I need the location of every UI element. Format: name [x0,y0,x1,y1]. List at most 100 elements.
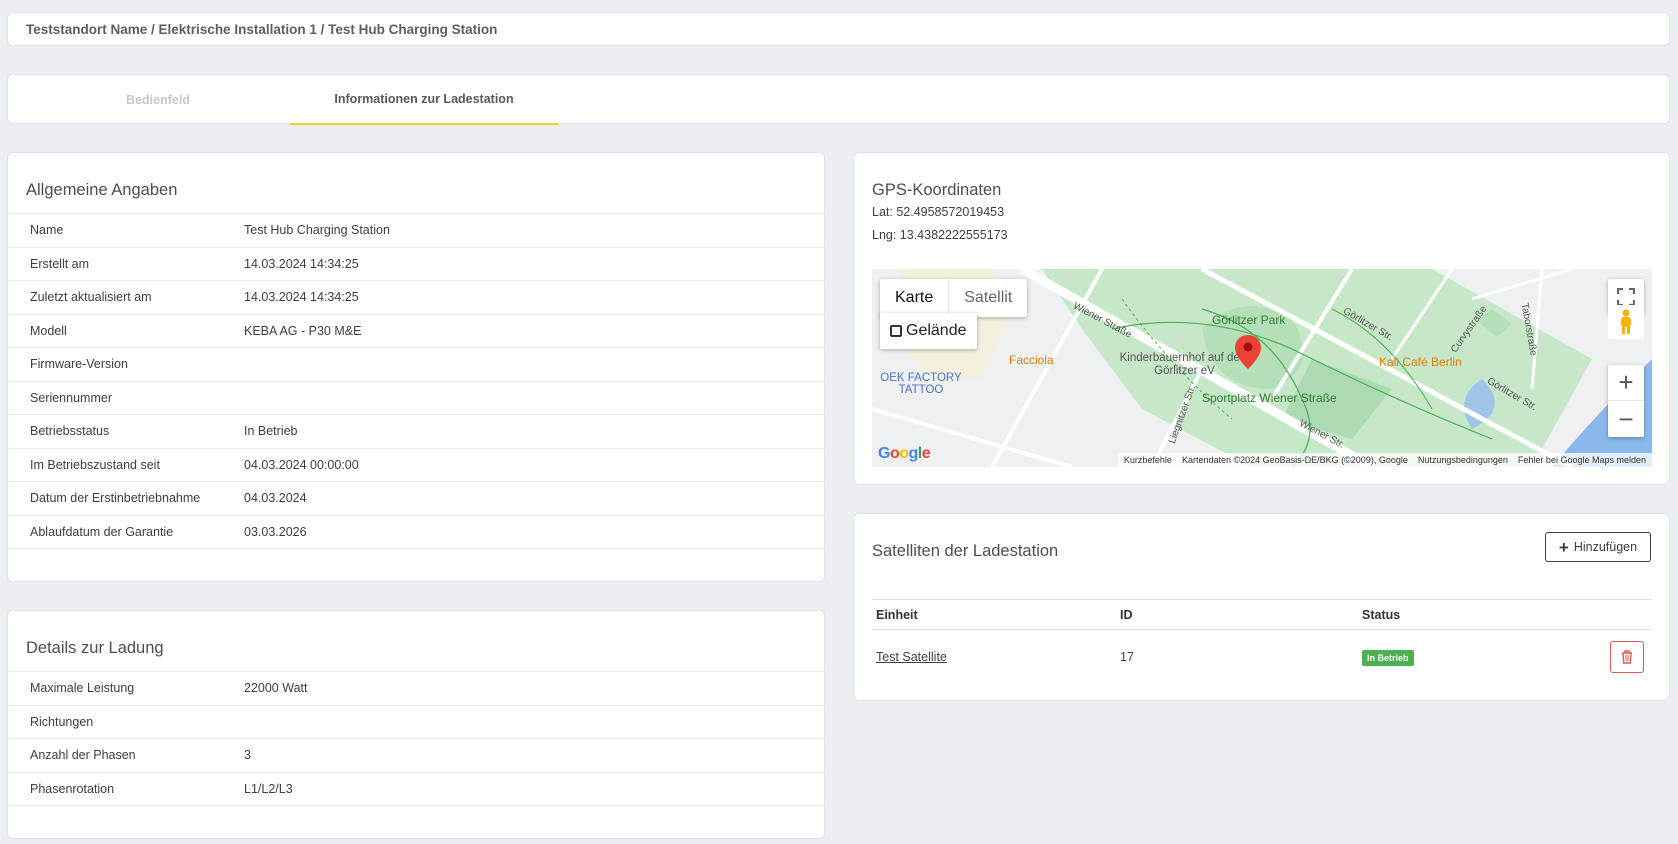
status-badge: In Betrieb [1362,649,1414,666]
zoom-out-button[interactable]: − [1608,401,1644,437]
charging-details-title: Details zur Ladung [26,639,164,657]
longitude-text: Lng: 13.4382222555173 [872,228,1008,242]
row-key: Ablaufdatum der Garantie [8,514,244,549]
google-logo: Google [878,445,931,462]
table-row: Test Satellite 17 In Betrieb [872,630,1652,684]
table-row: Betriebsstatus In Betrieb [8,414,826,448]
tab-label: Bedienfeld [126,93,190,107]
map-label-kali: Kali Café Berlin [1379,355,1462,369]
tab-informationen[interactable]: Informationen zur Ladestation [290,75,558,125]
row-value: L1/L2/L3 [244,771,826,806]
breadcrumb: Teststandort Name / Elektrische Installa… [7,12,1670,46]
row-value: 03.03.2026 [244,514,826,549]
row-key: Datum der Erstinbetriebnahme [8,481,244,515]
map-type-satellit[interactable]: Satellit [948,279,1027,317]
table-header-row: Einheit ID Status [872,599,1652,630]
table-row: Modell KEBA AG - P30 M&E [8,313,826,348]
table-row: Zuletzt aktualisiert am 14.03.2024 14:34:… [8,280,826,314]
satellites-card: Satelliten der Ladestation + Hinzufügen … [853,513,1670,701]
map-footer: Kurzbefehle Kartendaten ©2024 GeoBasis-D… [1117,453,1652,467]
row-value: Test Hub Charging Station [244,213,826,247]
row-key: Maximale Leistung [8,671,244,705]
map-label-sportplatz: Sportplatz Wiener Straße [1202,391,1337,405]
map-shortcuts-link[interactable]: Kurzbefehle [1124,455,1172,465]
row-key: Name [8,213,244,247]
row-value: KEBA AG - P30 M&E [244,313,826,348]
general-info-title: Allgemeine Angaben [26,181,178,199]
map-type-karte[interactable]: Karte [880,279,948,317]
row-value: 04.03.2024 [244,481,826,515]
map-report-link[interactable]: Fehler bei Google Maps melden [1518,455,1646,465]
table-row: Erstellt am 14.03.2024 14:34:25 [8,246,826,281]
table-row: Seriennummer [8,380,826,415]
table-row: Anzahl der Phasen 3 [8,738,826,772]
row-value: 3 [244,738,826,772]
street-view-button[interactable] [1608,305,1644,339]
row-value: 22000 Watt [244,671,826,705]
gps-title: GPS-Koordinaten [872,181,1002,199]
breadcrumb-text: Teststandort Name / Elektrische Installa… [26,21,498,37]
general-info-table: Name Test Hub Charging Station Erstellt a… [8,213,826,549]
zoom-in-button[interactable]: + [1608,365,1644,401]
row-key: Richtungen [8,704,244,739]
general-info-card: Allgemeine Angaben Name Test Hub Charging… [7,152,826,582]
table-row: Ablaufdatum der Garantie 03.03.2026 [8,514,826,549]
plus-icon: + [1558,537,1569,557]
map-label-facciola: Facciola [1009,353,1054,367]
add-satellite-button[interactable]: + Hinzufügen [1545,532,1651,562]
location-pin-icon[interactable] [1235,335,1261,372]
table-row: Phasenrotation L1/L2/L3 [8,771,826,806]
terrain-label: Gelände [906,322,967,339]
row-value [244,380,826,415]
column-header: Einheit [872,599,1116,630]
table-row: Maximale Leistung 22000 Watt [8,671,826,705]
table-row: Firmware-Version [8,347,826,381]
charging-details-table: Maximale Leistung 22000 Watt Richtungen A… [8,671,826,806]
gps-card: GPS-Koordinaten Lat: 52.4958572019453 Ln… [853,152,1670,485]
row-value: 14.03.2024 14:34:25 [244,280,826,314]
table-row: Richtungen [8,704,826,739]
delete-satellite-button[interactable] [1610,640,1644,673]
row-value [244,704,826,739]
row-key: Firmware-Version [8,347,244,381]
map-label-park: Görlitzer Park [1212,313,1286,327]
map-data-attribution: Kartendaten ©2024 GeoBasis-DE/BKG (©2009… [1181,455,1408,465]
charging-details-card: Details zur Ladung Maximale Leistung 2200… [7,610,826,839]
tab-bedienfeld[interactable]: Bedienfeld [8,75,308,125]
zoom-control: + − [1608,365,1644,437]
add-label: Hinzufügen [1573,540,1638,554]
map-label-farm: Kinderbauernhof auf dem Görlitzer eV [1119,352,1250,377]
row-value: In Betrieb [244,414,826,448]
latitude-text: Lat: 52.4958572019453 [872,205,1005,219]
row-key: Modell [8,313,244,348]
table-row: Im Betriebszustand seit 04.03.2024 00:00:… [8,447,826,482]
pegman-icon [1621,309,1631,334]
row-value [244,347,826,381]
tab-label: Informationen zur Ladestation [334,92,514,106]
table-row: Datum der Erstinbetriebnahme 04.03.2024 [8,481,826,515]
trash-icon [1622,650,1632,664]
column-header-actions [1592,599,1652,630]
row-key: Erstellt am [8,246,244,281]
satellites-table: Einheit ID Status Test Satellite 17 In B… [872,599,1652,684]
terrain-toggle[interactable]: Gelände [880,313,977,349]
tab-bar: Bedienfeld Informationen zur Ladestation [7,74,1670,125]
row-key: Anzahl der Phasen [8,738,244,772]
row-key: Seriennummer [8,380,244,415]
table-row: Name Test Hub Charging Station [8,213,826,247]
map-type-control: Karte Satellit [880,279,1028,317]
column-header: ID [1116,599,1358,630]
map-terms-link[interactable]: Nutzungsbedingungen [1418,455,1508,465]
satellites-title: Satelliten der Ladestation [872,542,1059,560]
satellite-id: 17 [1120,649,1134,664]
map-label-oek: OEK FACTORY TATTOO [880,372,962,396]
row-key: Im Betriebszustand seit [8,447,244,482]
column-header: Status [1358,599,1592,630]
row-value: 04.03.2024 00:00:00 [244,447,826,482]
satellite-unit-link[interactable]: Test Satellite [876,650,947,664]
row-key: Betriebsstatus [8,414,244,448]
checkbox-icon [890,325,902,337]
row-key: Zuletzt aktualisiert am [8,280,244,314]
map[interactable]: Görlitzer Park Kinderbauernhof auf dem G… [872,269,1652,467]
fullscreen-icon [1617,288,1635,306]
